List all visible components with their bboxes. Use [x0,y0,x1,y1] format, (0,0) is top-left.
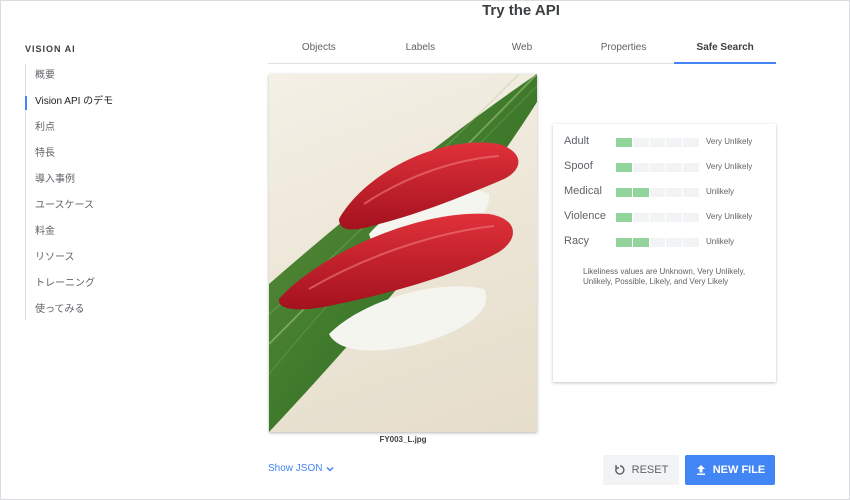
result-value: Very Unlikely [706,162,753,171]
new-file-label: NEW FILE [712,464,766,476]
bar-segment-filled [616,138,632,147]
result-value: Very Unlikely [706,137,753,146]
bar-segment-filled [632,188,649,197]
reset-icon [614,465,625,475]
bar-segment-empty [683,163,699,172]
tab-properties[interactable]: Properties [573,37,675,63]
page-title: Try the API [482,2,560,19]
bar-segment-empty [632,213,649,222]
result-value: Unlikely [706,237,735,246]
result-value: Very Unlikely [706,212,753,221]
result-label: Medical [564,185,602,197]
sushi-photo [269,74,537,432]
tab-safe-search[interactable]: Safe Search [674,37,776,64]
bar-segment-filled [616,213,632,222]
chevron-down-icon [326,466,334,472]
sidebar-heading: VISION AI [25,44,76,54]
new-file-button[interactable]: NEW FILE [685,455,775,485]
image-filename: FY003_L.jpg [379,435,427,444]
bar-segment-filled [632,238,649,247]
bar-segment-empty [666,238,683,247]
bar-segment-empty [649,213,666,222]
bar-segment-empty [649,138,666,147]
result-row-violence: Violence Very Unlikely [564,207,769,227]
sidebar-item-vision-api-demo[interactable]: Vision API のデモ [25,90,175,116]
result-label: Violence [564,210,606,222]
bar-segment-filled [616,188,632,197]
bar-segment-empty [649,238,666,247]
sidebar-item-use-cases[interactable]: ユースケース [26,194,175,220]
bar-segment-empty [649,163,666,172]
show-json-label: Show JSON [268,463,323,474]
result-value: Unlikely [706,187,735,196]
safe-search-results: Adult Very Unlikely Spoof Very Unlikely … [553,124,776,382]
result-row-adult: Adult Very Unlikely [564,132,769,152]
tab-labels[interactable]: Labels [370,37,472,63]
upload-icon [696,465,705,475]
bar-segment-empty [666,163,683,172]
reset-button[interactable]: RESET [603,455,679,485]
bar-segment-empty [666,213,683,222]
sidebar-item-overview[interactable]: 概要 [26,64,175,90]
bar-segment-empty [649,188,666,197]
bar-segment-empty [683,238,699,247]
uploaded-image [269,74,537,432]
sidebar-nav: 概要 Vision API のデモ 利点 特長 導入事例 ユースケース 料金 リ… [25,64,175,320]
sidebar-item-case-studies[interactable]: 導入事例 [26,168,175,194]
sidebar-item-resources[interactable]: リソース [26,246,175,272]
bar-segment-empty [666,188,683,197]
likelihood-bar [616,138,699,147]
likeliness-note: Likeliness values are Unknown, Very Unli… [583,267,746,286]
tab-objects[interactable]: Objects [268,37,370,63]
likelihood-bar [616,238,699,247]
tab-web[interactable]: Web [471,37,573,63]
bar-segment-empty [632,163,649,172]
result-row-spoof: Spoof Very Unlikely [564,157,769,177]
result-row-medical: Medical Unlikely [564,182,769,202]
result-label: Racy [564,235,590,247]
bar-segment-filled [616,163,632,172]
sidebar-item-features[interactable]: 特長 [26,142,175,168]
bar-segment-empty [632,138,649,147]
likelihood-bar [616,163,699,172]
bar-segment-empty [683,188,699,197]
result-label: Adult [564,135,590,147]
bar-segment-empty [683,213,699,222]
bar-segment-empty [683,138,699,147]
sidebar-item-training[interactable]: トレーニング [26,272,175,298]
bar-segment-filled [616,238,632,247]
bar-segment-empty [666,138,683,147]
show-json-toggle[interactable]: Show JSON [268,463,335,474]
result-label: Spoof [564,160,593,172]
likelihood-bar [616,188,699,197]
sidebar-item-try-it[interactable]: 使ってみる [26,298,175,324]
likelihood-bar [616,213,699,222]
result-tabs: Objects Labels Web Properties Safe Searc… [268,37,776,64]
sidebar-item-benefits[interactable]: 利点 [26,116,175,142]
reset-label: RESET [631,464,669,476]
sidebar-item-pricing[interactable]: 料金 [26,220,175,246]
result-row-racy: Racy Unlikely [564,232,769,252]
